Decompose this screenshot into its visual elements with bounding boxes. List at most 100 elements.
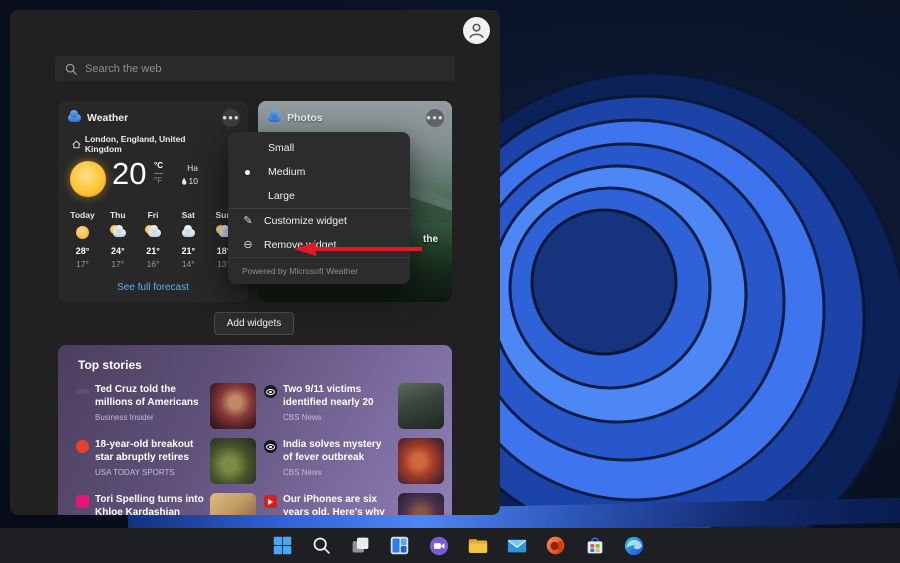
story-item[interactable]: Our iPhones are six years old. Here's wh… <box>264 493 444 515</box>
humidity-drop-icon <box>182 178 187 185</box>
edge-button[interactable] <box>621 533 646 558</box>
weather-current: 20 °C °F Ha 10 <box>58 156 248 202</box>
story-headline: 18-year-old breakout star abruptly retir… <box>95 438 204 465</box>
desktop: Search the web Weather ●●● London, Engla… <box>0 0 900 563</box>
story-source: CBS News <box>283 413 392 422</box>
forecast-day[interactable]: Fri 21° 16° <box>137 210 170 269</box>
fahrenheit-option[interactable]: °F <box>154 177 163 185</box>
story-item[interactable]: India solves mystery of fever outbreak c… <box>264 438 444 484</box>
widgets-panel: Search the web Weather ●●● London, Engla… <box>10 10 500 515</box>
humidity-value: 10 <box>189 175 198 188</box>
person-icon <box>465 19 488 42</box>
weather-location-text: London, England, United Kingdom <box>85 134 224 154</box>
taskbar <box>0 528 900 563</box>
menu-item-remove-widget[interactable]: ⊖ Remove widget <box>228 233 410 257</box>
teams-chat-icon <box>428 535 450 557</box>
cbs-news-icon <box>264 385 277 398</box>
story-item[interactable]: Ted Cruz told the millions of Americans … <box>76 383 256 429</box>
home-icon <box>72 140 81 149</box>
story-thumbnail <box>210 438 256 484</box>
business-insider-icon <box>76 389 89 394</box>
cloudy-icon <box>172 225 205 240</box>
mail-button[interactable] <box>504 533 529 558</box>
photos-more-options-button[interactable]: ●●● <box>426 109 444 127</box>
weather-cloud-icon <box>68 114 81 122</box>
start-button[interactable] <box>270 533 295 558</box>
story-headline: Our iPhones are six years old. Here's wh… <box>283 493 392 515</box>
photos-cloud-icon <box>268 114 281 122</box>
story-headline: Ted Cruz told the millions of Americans … <box>95 383 204 410</box>
forecast-row: Today 28° 17° Thu 24° 17° Fri 21° 16° <box>58 202 248 269</box>
e-news-icon <box>76 495 89 508</box>
story-item[interactable]: 18-year-old breakout star abruptly retir… <box>76 438 256 484</box>
microsoft-store-button[interactable] <box>582 533 607 558</box>
widgets-icon <box>389 535 410 556</box>
partly-cloudy-icon <box>137 225 170 240</box>
remove-circle-icon: ⊖ <box>241 240 255 251</box>
windows-start-icon <box>272 535 293 556</box>
partly-cloudy-icon <box>101 225 134 240</box>
story-thumbnail <box>398 438 444 484</box>
top-stories-card: Top stories Ted Cruz told the millions o… <box>58 345 452 515</box>
menu-item-customize-widget[interactable]: ✎ Customize widget <box>228 209 410 233</box>
story-headline: Two 9/11 victims identified nearly 20 ye… <box>283 383 392 410</box>
microsoft-store-icon <box>584 535 606 557</box>
weather-details: Ha 10 <box>182 162 198 188</box>
story-source: CBS News <box>283 468 392 477</box>
story-thumbnail <box>210 383 256 429</box>
file-explorer-button[interactable] <box>465 533 490 558</box>
forecast-day[interactable]: Today 28° 17° <box>66 210 99 269</box>
current-temperature: 20 <box>112 156 146 192</box>
menu-item-large[interactable]: Large <box>228 184 410 208</box>
selected-radio-dot <box>245 170 250 175</box>
search-taskbar-button[interactable] <box>309 533 334 558</box>
video-source-icon <box>264 495 277 508</box>
edge-icon <box>623 535 645 557</box>
search-icon <box>311 535 332 556</box>
forecast-day[interactable]: Sat 21° 14° <box>172 210 205 269</box>
office-button[interactable] <box>543 533 568 558</box>
powered-by-text: Powered by Microsoft Weather <box>228 258 410 276</box>
photos-widget-title: Photos <box>287 112 420 124</box>
story-item[interactable]: Two 9/11 victims identified nearly 20 ye… <box>264 383 444 429</box>
menu-item-small[interactable]: Small <box>228 136 410 160</box>
menu-item-medium[interactable]: Medium <box>228 160 410 184</box>
story-source: USA TODAY SPORTS <box>95 468 204 477</box>
widgets-button[interactable] <box>387 533 412 558</box>
add-widgets-button[interactable]: Add widgets <box>214 312 294 335</box>
task-view-icon <box>350 535 371 556</box>
weather-location-row[interactable]: London, England, United Kingdom ✎ <box>58 127 248 154</box>
story-source: Business Insider <box>95 413 204 422</box>
file-explorer-icon <box>467 535 489 557</box>
forecast-day[interactable]: Thu 24° 17° <box>101 210 134 269</box>
widget-context-menu: Small Medium Large ✎ Customize widget ⊖ … <box>228 132 410 284</box>
celsius-option[interactable]: °C <box>154 162 163 174</box>
search-bar[interactable]: Search the web <box>55 56 455 81</box>
office-icon <box>545 535 566 556</box>
weather-widget-title: Weather <box>87 112 216 124</box>
unit-toggle[interactable]: °C °F <box>154 162 163 185</box>
search-icon <box>65 63 77 75</box>
profile-avatar-button[interactable] <box>463 17 490 44</box>
story-item[interactable]: Tori Spelling turns into Khloe Kardashia… <box>76 493 256 515</box>
photo-caption-fragment: the <box>423 234 438 245</box>
mail-icon <box>506 535 528 557</box>
cbs-news-icon <box>264 440 277 453</box>
weather-widget[interactable]: Weather ●●● London, England, United King… <box>58 101 248 302</box>
story-thumbnail <box>398 493 444 515</box>
usa-today-icon <box>76 440 89 453</box>
sunny-icon <box>66 225 99 240</box>
story-headline: India solves mystery of fever outbreak c… <box>283 438 392 465</box>
story-thumbnail <box>398 383 444 429</box>
top-stories-title: Top stories <box>78 358 142 372</box>
task-view-button[interactable] <box>348 533 373 558</box>
see-full-forecast-link[interactable]: See full forecast <box>58 282 248 293</box>
chat-button[interactable] <box>426 533 451 558</box>
sunny-icon <box>70 161 106 197</box>
condition-text: Ha <box>182 162 198 175</box>
pencil-icon: ✎ <box>241 216 255 227</box>
story-thumbnail <box>210 493 256 515</box>
story-headline: Tori Spelling turns into Khloe Kardashia… <box>95 493 204 515</box>
weather-more-options-button[interactable]: ●●● <box>222 109 240 127</box>
search-placeholder: Search the web <box>85 63 161 75</box>
